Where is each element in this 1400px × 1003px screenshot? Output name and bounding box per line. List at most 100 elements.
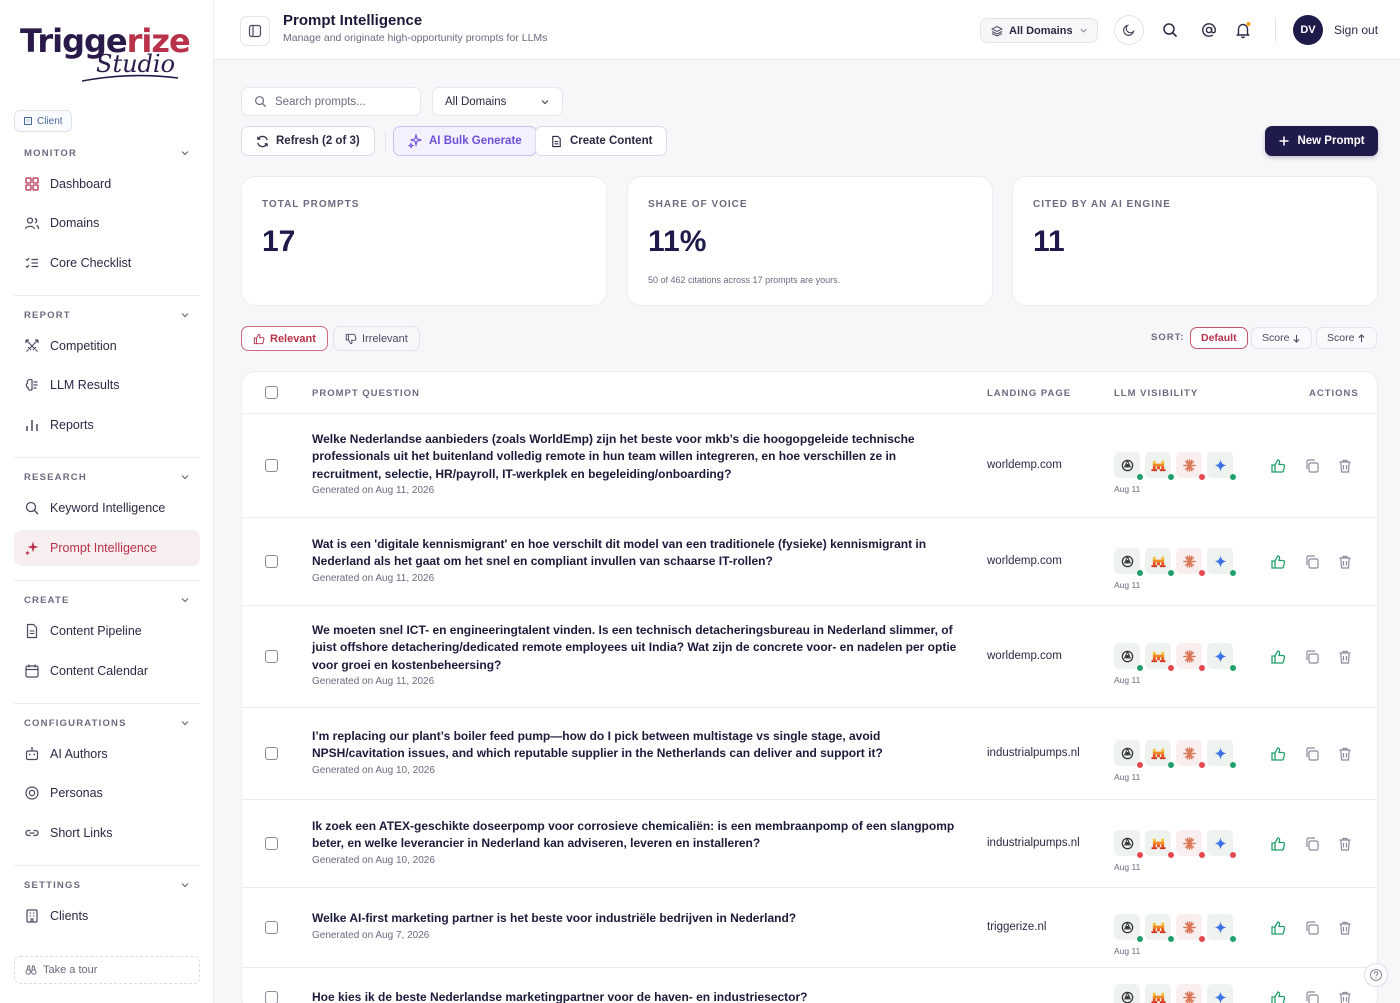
- prompt-question[interactable]: Hoe kies ik de beste Nederlandse marketi…: [312, 989, 962, 1003]
- mentions-button[interactable]: [1194, 15, 1224, 45]
- sidebar-item-core-checklist[interactable]: Core Checklist: [14, 245, 200, 281]
- row-checkbox[interactable]: [265, 747, 278, 760]
- claude-icon[interactable]: [1176, 984, 1202, 1003]
- claude-icon[interactable]: [1176, 548, 1205, 576]
- gemini-icon[interactable]: [1207, 643, 1236, 671]
- section-configurations[interactable]: CONFIGURATIONS: [24, 716, 190, 730]
- claude-icon[interactable]: [1176, 643, 1205, 671]
- row-checkbox[interactable]: [265, 459, 278, 472]
- copy-icon[interactable]: [1304, 920, 1320, 936]
- landing-page-link[interactable]: industrialpumps.nl: [987, 747, 1080, 759]
- gemini-icon[interactable]: [1207, 984, 1233, 1003]
- openai-icon[interactable]: [1114, 643, 1143, 671]
- openai-icon[interactable]: [1114, 452, 1143, 480]
- filter-relevant-button[interactable]: Relevant: [241, 326, 328, 351]
- claude-icon[interactable]: [1176, 452, 1205, 480]
- sign-out-link[interactable]: Sign out: [1334, 23, 1378, 37]
- landing-page-link[interactable]: worldemp.com: [987, 555, 1062, 567]
- section-create[interactable]: CREATE: [24, 593, 190, 607]
- prompt-question[interactable]: Welke Nederlandse aanbieders (zoals Worl…: [312, 431, 962, 484]
- row-checkbox[interactable]: [265, 837, 278, 850]
- sidebar-item-dashboard[interactable]: Dashboard: [14, 166, 200, 202]
- copy-icon[interactable]: [1304, 458, 1320, 474]
- claude-icon[interactable]: [1176, 914, 1205, 942]
- thumbs-up-icon[interactable]: [1270, 990, 1286, 1003]
- trash-icon[interactable]: [1337, 836, 1353, 852]
- new-prompt-button[interactable]: New Prompt: [1265, 126, 1378, 156]
- table-row[interactable]: Welke Nederlandse aanbieders (zoals Worl…: [242, 414, 1377, 518]
- row-checkbox[interactable]: [265, 555, 278, 568]
- toggle-sidebar-button[interactable]: [240, 16, 270, 46]
- openai-icon[interactable]: [1114, 984, 1140, 1003]
- sort-score-asc-button[interactable]: Score: [1316, 327, 1378, 349]
- landing-page-link[interactable]: worldemp.com: [987, 650, 1062, 662]
- thumbs-up-icon[interactable]: [1270, 746, 1286, 762]
- thumbs-up-icon[interactable]: [1270, 649, 1286, 665]
- thumbs-up-icon[interactable]: [1270, 458, 1286, 474]
- notifications-button[interactable]: [1228, 15, 1258, 45]
- table-row[interactable]: Hoe kies ik de beste Nederlandse marketi…: [242, 968, 1377, 1003]
- sidebar-item-keyword-intelligence[interactable]: Keyword Intelligence: [14, 490, 200, 526]
- row-checkbox[interactable]: [265, 921, 278, 934]
- prompt-question[interactable]: Ik zoek een ATEX-geschikte doseerpomp vo…: [312, 818, 962, 853]
- triggerize-studio-logo[interactable]: Triggerize Studio: [20, 22, 191, 86]
- sidebar-item-clients[interactable]: Clients: [14, 898, 200, 934]
- all-domains-dropdown[interactable]: All Domains: [980, 18, 1098, 43]
- mistral-icon[interactable]: [1145, 830, 1174, 858]
- thumbs-up-icon[interactable]: [1270, 554, 1286, 570]
- theme-toggle-button[interactable]: [1114, 15, 1144, 45]
- section-settings[interactable]: SETTINGS: [24, 878, 190, 892]
- sort-default-button[interactable]: Default: [1190, 327, 1248, 349]
- thumbs-up-icon[interactable]: [1270, 920, 1286, 936]
- sidebar-item-short-links[interactable]: Short Links: [14, 815, 200, 851]
- sidebar-item-content-calendar[interactable]: Content Calendar: [14, 653, 200, 689]
- trash-icon[interactable]: [1337, 649, 1353, 665]
- search-input[interactable]: [275, 95, 405, 108]
- prompt-question[interactable]: We moeten snel ICT- en engineeringtalent…: [312, 622, 962, 675]
- openai-icon[interactable]: [1114, 830, 1143, 858]
- gemini-icon[interactable]: [1207, 914, 1236, 942]
- gemini-icon[interactable]: [1207, 830, 1236, 858]
- copy-icon[interactable]: [1304, 990, 1320, 1003]
- search-button[interactable]: [1155, 15, 1185, 45]
- openai-icon[interactable]: [1114, 914, 1143, 942]
- table-row[interactable]: Wat is een 'digitale kennismigrant' en h…: [242, 518, 1377, 606]
- sidebar-item-llm-results[interactable]: LLM Results: [14, 367, 200, 403]
- copy-icon[interactable]: [1304, 554, 1320, 570]
- table-row[interactable]: We moeten snel ICT- en engineeringtalent…: [242, 606, 1377, 708]
- copy-icon[interactable]: [1304, 836, 1320, 852]
- sidebar-item-competition[interactable]: Competition: [14, 328, 200, 364]
- sidebar-item-domains[interactable]: Domains: [14, 205, 200, 241]
- mistral-icon[interactable]: [1145, 740, 1174, 768]
- client-badge[interactable]: Client: [14, 110, 72, 132]
- trash-icon[interactable]: [1337, 746, 1353, 762]
- thumbs-up-icon[interactable]: [1270, 836, 1286, 852]
- claude-icon[interactable]: [1176, 830, 1205, 858]
- landing-page-link[interactable]: industrialpumps.nl: [987, 837, 1080, 849]
- trash-icon[interactable]: [1337, 554, 1353, 570]
- search-box[interactable]: [241, 87, 421, 116]
- gemini-icon[interactable]: [1207, 452, 1236, 480]
- header-landing-page[interactable]: LANDING PAGE: [987, 388, 1071, 399]
- section-research[interactable]: RESEARCH: [24, 470, 190, 484]
- domain-select[interactable]: All Domains: [432, 87, 563, 116]
- openai-icon[interactable]: [1114, 740, 1143, 768]
- row-checkbox[interactable]: [265, 991, 278, 1003]
- header-prompt-question[interactable]: PROMPT QUESTION: [312, 388, 420, 399]
- ai-bulk-generate-button[interactable]: AI Bulk Generate: [393, 126, 537, 156]
- section-report[interactable]: REPORT: [24, 308, 190, 322]
- mistral-icon[interactable]: [1145, 452, 1174, 480]
- sidebar-item-content-pipeline[interactable]: Content Pipeline: [14, 613, 200, 649]
- copy-icon[interactable]: [1304, 649, 1320, 665]
- prompt-question[interactable]: Wat is een 'digitale kennismigrant' en h…: [312, 536, 962, 571]
- mistral-icon[interactable]: [1145, 914, 1174, 942]
- filter-irrelevant-button[interactable]: Irrelevant: [333, 326, 420, 351]
- sidebar-item-personas[interactable]: Personas: [14, 775, 200, 811]
- sort-score-desc-button[interactable]: Score: [1251, 327, 1313, 349]
- create-content-button[interactable]: Create Content: [535, 126, 668, 156]
- gemini-icon[interactable]: [1207, 740, 1236, 768]
- sidebar-item-ai-authors[interactable]: AI Authors: [14, 736, 200, 772]
- header-llm-visibility[interactable]: LLM VISIBILITY: [1114, 388, 1198, 399]
- prompt-question[interactable]: I’m replacing our plant’s boiler feed pu…: [312, 728, 962, 763]
- row-checkbox[interactable]: [265, 650, 278, 663]
